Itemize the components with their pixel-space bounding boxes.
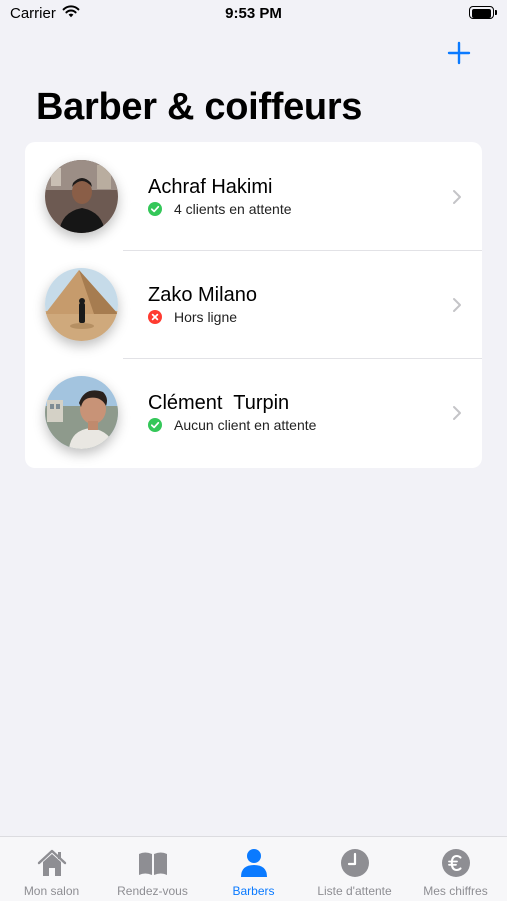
tab-label: Barbers [232,884,275,898]
chevron-right-icon [453,298,461,312]
barber-name: Clément Turpin [148,392,290,414]
tab-barbers[interactable]: Barbers [203,837,304,901]
tab-label: Mon salon [23,884,80,898]
barber-status: Aucun client en attente [148,417,316,433]
checkmark-circle-icon [148,202,162,216]
barber-list: Achraf Hakimi 4 clients en attente Zako … [25,142,482,468]
checkmark-circle-icon [148,418,162,432]
tab-mon-salon[interactable]: Mon salon [1,837,102,901]
book-icon [139,852,167,875]
xmark-circle-icon [148,310,162,324]
tab-label: Liste d'attente [317,884,392,898]
tab-liste-d-attente[interactable]: Liste d'attente [304,837,405,901]
barber-status: 4 clients en attente [148,201,292,217]
avatar [45,160,118,233]
tab-rendez-vous[interactable]: Rendez-vous [102,837,203,901]
status-bar: Carrier 9:53 PM [0,0,507,28]
page-title: Barber & coiffeurs [36,86,363,128]
barber-status-text: Aucun client en attente [174,417,317,433]
tab-bar: Mon salon Rendez-vous Barbers Liste d'at… [0,836,507,901]
person-icon [241,849,267,877]
barber-status-text: 4 clients en attente [174,201,292,217]
barber-status-text: Hors ligne [174,309,238,325]
avatar [45,376,118,449]
tab-label: Rendez-vous [117,884,188,898]
plus-icon [447,41,471,65]
avatar [45,268,118,341]
tab-mes-chiffres[interactable]: Mes chiffres [405,837,506,901]
clock-time: 9:53 PM [225,5,282,22]
barber-name: Achraf Hakimi [148,176,273,198]
barber-row-zako-milano[interactable]: Zako Milano Hors ligne [25,250,482,358]
chevron-right-icon [453,406,461,420]
clock-icon [341,849,369,877]
house-icon [37,849,67,876]
tab-label: Mes chiffres [423,884,488,898]
chevron-right-icon [453,190,461,204]
barber-name: Zako Milano [148,284,257,306]
barber-row-clement-turpin[interactable]: Clément Turpin Aucun client en attente [25,358,482,466]
euro-icon [442,849,470,877]
barber-status: Hors ligne [148,309,237,325]
barber-row-achraf-hakimi[interactable]: Achraf Hakimi 4 clients en attente [25,142,482,250]
add-barber-button[interactable] [444,38,474,68]
battery-icon [469,6,497,19]
